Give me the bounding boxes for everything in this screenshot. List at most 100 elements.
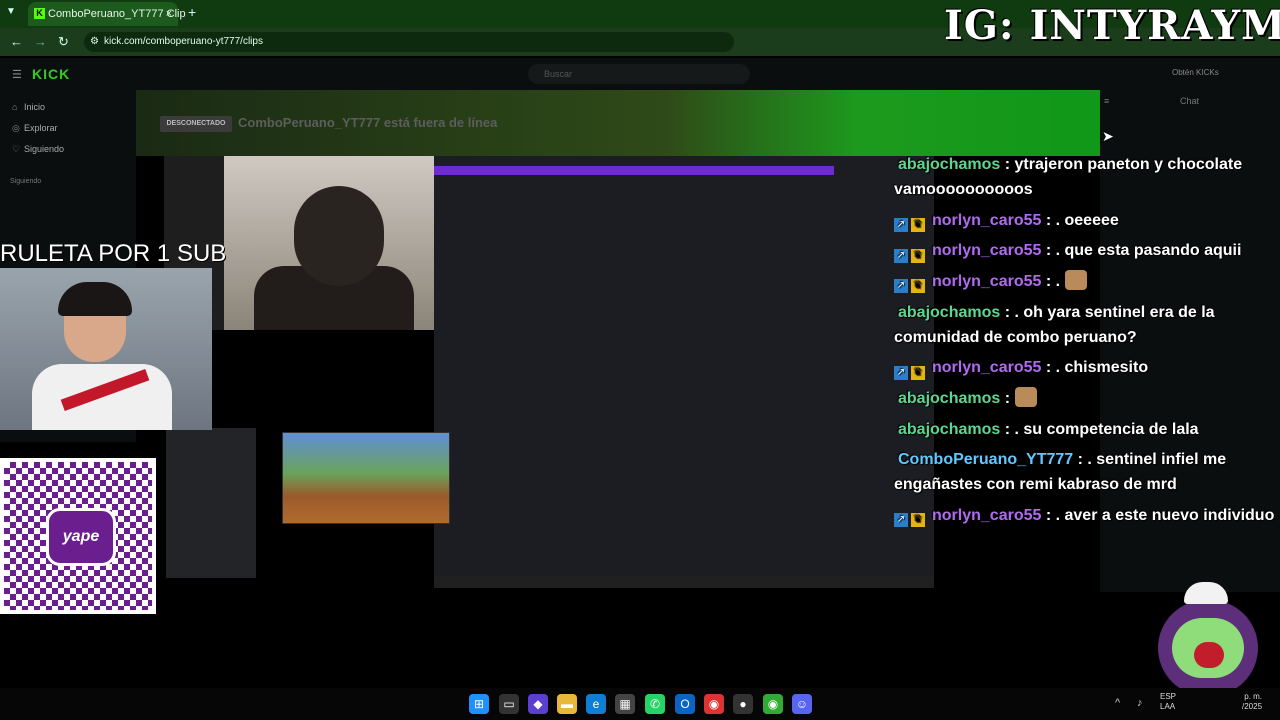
sidebar-item-inicio[interactable]: ⌂ Inicio (12, 102, 45, 112)
chat-username[interactable]: abajochamos (898, 304, 1000, 321)
task-view-icon[interactable]: ▭ (499, 694, 519, 714)
outlook-icon[interactable]: O (675, 694, 695, 714)
sidebar-item-siguiendo[interactable]: ♡ Siguiendo (12, 144, 64, 155)
kick-badge-icon: ↗ (894, 365, 908, 380)
instagram-overlay-text: IG: INTYRAYMI (944, 2, 1280, 49)
crown-badge-icon: ♛ (911, 248, 925, 263)
kick-logo[interactable]: KICK (32, 66, 70, 82)
chat-message: ↗ ♛ norlyn_caro55 : . (894, 269, 1280, 294)
chat-text: : . oeeeee (1045, 211, 1119, 229)
sidebar-item-label: Siguiendo (24, 144, 65, 154)
sidebar-item-label: Explorar (24, 123, 58, 133)
kick-badge-icon: ↗ (894, 217, 908, 232)
chat-text: : . aver a este nuevo individuo (1045, 506, 1275, 524)
crown-badge-icon: ♛ (911, 512, 925, 527)
windows-taskbar (0, 688, 1280, 720)
browser-tab[interactable]: K ComboPeruano_YT777 Clip × (28, 2, 186, 26)
chat-text: : . chismesito (1045, 359, 1149, 377)
compass-icon: ◎ (12, 123, 20, 133)
chat-message: ↗ ♛ norlyn_caro55 : . que esta pasando aqu… (894, 238, 1280, 263)
forward-arrow-icon[interactable]: → (34, 34, 47, 49)
following-header: Siguiendo (10, 178, 42, 185)
badge-group: ↗ ♛ (894, 208, 932, 233)
sidebar-item-label: Inicio (24, 102, 46, 112)
file-explorer-icon[interactable]: ▬ (557, 694, 577, 714)
heart-icon: ♡ (12, 144, 21, 154)
chat-username[interactable]: abajochamos (898, 390, 1000, 407)
chrome-icon[interactable]: ◉ (704, 694, 724, 714)
cat-emote-icon (1064, 270, 1087, 291)
chat-message: ↗ ♛ norlyn_caro55 : . aver a este nuevo in… (894, 503, 1280, 528)
badge-group: ↗ ♛ (894, 239, 932, 264)
collapse-chat-icon[interactable]: ≡ (1104, 96, 1109, 106)
cat-emote-icon (1014, 387, 1037, 408)
system-clock[interactable]: p. m. /2025 (1242, 692, 1262, 712)
region-code: LAA (1160, 702, 1176, 711)
hamburger-menu-icon[interactable]: ☰ (12, 68, 22, 81)
person-hair-headphones (58, 282, 132, 316)
chat-username[interactable]: norlyn_caro55 (932, 212, 1041, 229)
tab-search-icon[interactable]: ▼ (6, 6, 16, 17)
back-arrow-icon[interactable]: ← (10, 34, 23, 49)
store-icon[interactable]: ▦ (615, 694, 635, 714)
ruleta-overlay-text: RULETA POR 1 SUB (0, 240, 227, 267)
start-button-icon[interactable]: ⊞ (469, 694, 489, 714)
reload-icon[interactable]: ↻ (58, 34, 69, 50)
search-input[interactable]: Buscar (528, 64, 750, 84)
copilot-icon[interactable]: ◆ (528, 694, 548, 714)
chat-username[interactable]: ComboPeruano_YT777 (898, 451, 1073, 468)
badge-group: ↗ ♛ (894, 503, 932, 528)
clock-date: /2025 (1242, 702, 1263, 711)
chrome-profile-icon[interactable]: ◉ (763, 694, 783, 714)
chat-message: abajochamos : ytrajeron paneton y chocol… (894, 152, 1280, 202)
mascot-mouth (1194, 642, 1224, 668)
show-hidden-icons[interactable]: ^ (1115, 697, 1120, 709)
offline-title: ComboPeruano_YT777 está fuera de línea (238, 115, 498, 130)
search-placeholder: Buscar (544, 69, 573, 79)
minecraft-screenshot (282, 432, 450, 524)
chat-header: Chat (1180, 96, 1200, 106)
site-info-icon[interactable]: ⚙ (90, 32, 99, 52)
stream-desktop-capture (434, 156, 934, 586)
chat-text: : . (1045, 273, 1061, 291)
discord-channel-list (166, 428, 256, 578)
mascot-hat (1184, 582, 1228, 604)
kick-favicon-icon: K (34, 8, 45, 19)
chat-text: : . su competencia de lala (1004, 420, 1199, 438)
microphone-icon[interactable]: ♪ (1137, 697, 1143, 709)
chat-username[interactable]: abajochamos (898, 156, 1000, 173)
obs-icon[interactable]: ● (733, 694, 753, 714)
offline-badge: DESCONECTADO (160, 116, 232, 132)
mouse-cursor-icon: ➤ (1102, 128, 1114, 144)
whatsapp-icon[interactable]: ✆ (645, 694, 665, 714)
language-indicator[interactable]: ESP LAA (1160, 692, 1176, 712)
close-tab-icon[interactable]: × (166, 2, 172, 26)
chat-message: abajochamos : . oh yara sentinel era de … (894, 300, 1280, 350)
discord-icon[interactable]: ☺ (792, 694, 812, 714)
chat-message: ComboPeruano_YT777 : . sentinel infiel m… (894, 447, 1280, 497)
new-tab-button[interactable]: + (188, 4, 196, 20)
chat-username[interactable]: norlyn_caro55 (932, 273, 1041, 290)
badge-group: ↗ ♛ (894, 356, 932, 381)
chat-username[interactable]: norlyn_caro55 (932, 359, 1041, 376)
captured-taskbar (434, 576, 934, 588)
get-kicks-button[interactable]: Obtén KICKs (1172, 68, 1219, 77)
webcam-secondary (0, 268, 212, 430)
chat-username[interactable]: abajochamos (898, 421, 1000, 438)
url-field[interactable]: ⚙ kick.com/comboperuano-yt777/clips (84, 32, 734, 52)
chat-username[interactable]: norlyn_caro55 (932, 507, 1041, 524)
crown-badge-icon: ♛ (911, 217, 925, 232)
discord-notice-bar (434, 166, 834, 175)
sidebar-item-explorar[interactable]: ◎ Explorar (12, 123, 58, 134)
url-text: kick.com/comboperuano-yt777/clips (104, 36, 263, 47)
crown-badge-icon: ♛ (911, 365, 925, 380)
crown-badge-icon: ♛ (911, 279, 925, 294)
chat-text: : . que esta pasando aquii (1045, 242, 1242, 260)
chat-overlay: abajochamos : ytrajeron paneton y chocol… (894, 152, 1280, 533)
chat-username[interactable]: norlyn_caro55 (932, 242, 1041, 259)
yape-logo: yape (46, 508, 116, 566)
edge-icon[interactable]: e (586, 694, 606, 714)
lang-code: ESP (1160, 692, 1177, 701)
kick-badge-icon: ↗ (894, 512, 908, 527)
badge-group: ↗ ♛ (894, 269, 932, 294)
